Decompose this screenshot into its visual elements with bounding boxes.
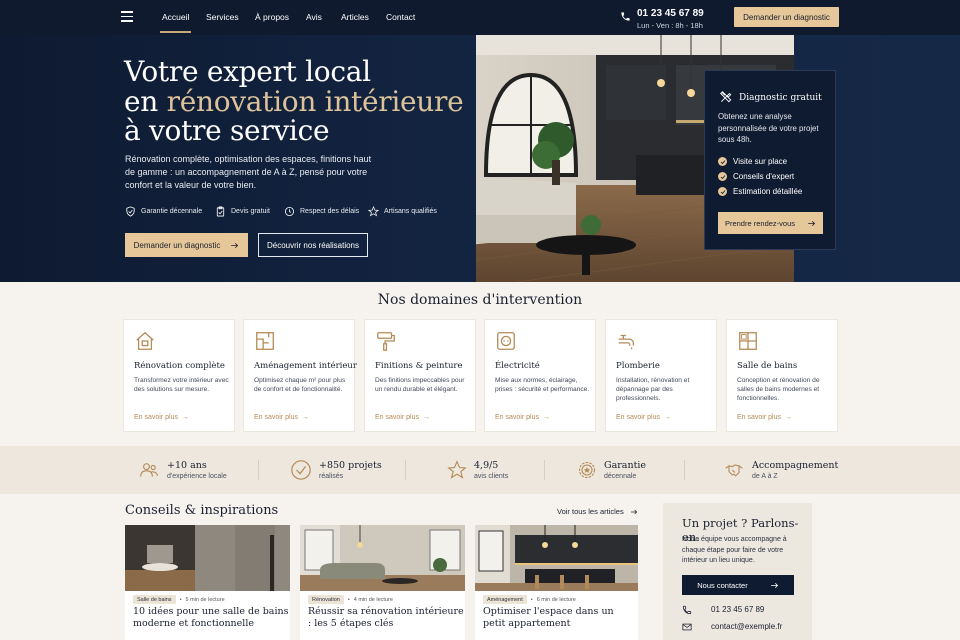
star-icon bbox=[368, 206, 379, 217]
article-title: Réussir sa rénovation intérieure : les 5… bbox=[308, 606, 464, 629]
stat-projets: +850 projets réalisés bbox=[290, 446, 382, 494]
diagnostic-card: Diagnostic gratuit Obtenez une analyse p… bbox=[704, 70, 836, 250]
hero-title: Votre expert local en rénovation intérie… bbox=[124, 55, 464, 147]
hero-diagnostic-button[interactable]: Demander un diagnostic bbox=[125, 233, 248, 257]
phone-icon bbox=[621, 12, 630, 21]
domain-card-salle-de-bains[interactable]: Salle de bains Conception et rénovation … bbox=[726, 319, 838, 432]
stat-experience: +10 ans d'expérience locale bbox=[138, 446, 227, 494]
arrow-right-icon bbox=[770, 582, 778, 588]
clock-icon bbox=[284, 206, 295, 217]
check-circle-icon bbox=[291, 460, 311, 480]
hero-section: Votre expert local en rénovation intérie… bbox=[0, 35, 960, 282]
header-diagnostic-button[interactable]: Demander un diagnostic bbox=[734, 7, 839, 27]
feature-artisans: Artisans qualifiés bbox=[368, 206, 437, 217]
diagnostic-title: Diagnostic gratuit bbox=[739, 93, 822, 103]
articles-title: Conseils & inspirations bbox=[125, 503, 279, 518]
people-icon bbox=[140, 463, 158, 477]
domain-card-amenagement[interactable]: Aménagement intérieur Optimisez chaque m… bbox=[243, 319, 357, 432]
diagnostic-item: Conseils d'expert bbox=[718, 172, 794, 181]
nav-avis[interactable]: Avis bbox=[306, 12, 322, 22]
domain-card-electricite[interactable]: Électricité Mise aux normes, éclairage, … bbox=[484, 319, 596, 432]
paint-roller-icon bbox=[377, 332, 395, 351]
domain-link[interactable]: En savoir plus → bbox=[134, 414, 189, 421]
article-image-kitchen bbox=[475, 525, 638, 591]
article-card[interactable]: Rénovation • 4 min de lecture Réussir sa r… bbox=[300, 525, 465, 640]
arrow-right-icon bbox=[808, 220, 816, 226]
menu-icon[interactable] bbox=[121, 11, 133, 22]
stats-bar: +10 ans d'expérience locale +850 projets r… bbox=[0, 446, 960, 494]
mail-icon bbox=[682, 623, 692, 631]
phone-icon bbox=[682, 605, 692, 615]
domains-title: Nos domaines d'intervention bbox=[377, 292, 583, 308]
star-icon bbox=[447, 460, 467, 479]
diagnostic-text: Obtenez une analyse personnalisée de vot… bbox=[718, 112, 819, 144]
diagnostic-item: Estimation détaillée bbox=[718, 187, 802, 196]
nav-services[interactable]: Services bbox=[206, 12, 239, 22]
nav-contact[interactable]: Contact bbox=[386, 12, 415, 22]
article-image-living-room bbox=[300, 525, 465, 591]
domain-card-renovation[interactable]: Rénovation complète Transformez votre in… bbox=[123, 319, 235, 432]
clipboard-icon bbox=[216, 206, 225, 217]
domain-link[interactable]: En savoir plus → bbox=[616, 414, 671, 421]
check-icon bbox=[718, 187, 727, 196]
check-icon bbox=[718, 172, 727, 181]
domain-link[interactable]: En savoir plus → bbox=[254, 414, 309, 421]
stat-avis: 4,9/5 avis clients bbox=[447, 446, 508, 494]
stat-garantie: Garantie décennale bbox=[577, 446, 646, 494]
arrow-right-icon bbox=[630, 509, 637, 514]
nav-accueil[interactable]: Accueil bbox=[159, 12, 192, 33]
floorplan-icon bbox=[256, 332, 274, 350]
header-phone[interactable]: 01 23 45 67 89 bbox=[637, 8, 704, 19]
domain-link[interactable]: En savoir plus → bbox=[375, 414, 430, 421]
handshake-icon bbox=[725, 464, 743, 477]
bathroom-icon bbox=[739, 332, 757, 350]
article-title: Optimiser l'espace dans un petit apparte… bbox=[483, 606, 614, 629]
see-all-articles-link[interactable]: Voir tous les articles bbox=[557, 507, 638, 516]
domain-card-finitions[interactable]: Finitions & peinture Des finitions impec… bbox=[364, 319, 476, 432]
contact-description: Notre équipe vous accompagne à chaque ét… bbox=[682, 536, 787, 564]
contact-email[interactable]: contact@exemple.fr bbox=[711, 622, 782, 631]
feature-garantie: Garantie décennale bbox=[125, 206, 202, 217]
check-icon bbox=[718, 157, 727, 166]
shield-icon bbox=[126, 206, 135, 217]
contact-phone[interactable]: 01 23 45 67 89 bbox=[711, 605, 764, 614]
domain-card-plomberie[interactable]: Plomberie Installation, rénovation et dé… bbox=[605, 319, 717, 432]
article-card[interactable]: Aménagement • 6 min de lecture Optimiser l… bbox=[475, 525, 638, 640]
faucet-icon bbox=[618, 334, 635, 350]
feature-devis: Devis gratuit bbox=[215, 206, 270, 217]
article-title: 10 idées pour une salle de bains moderne… bbox=[133, 606, 289, 629]
top-navbar: Accueil Services À propos Avis Articles … bbox=[0, 0, 960, 35]
feature-delais: Respect des délais bbox=[284, 206, 359, 217]
stat-accompagnement: Accompagnement de A à Z bbox=[723, 446, 838, 494]
diagnostic-rdv-button[interactable]: Prendre rendez-vous bbox=[718, 212, 823, 234]
domain-link[interactable]: En savoir plus → bbox=[737, 414, 792, 421]
article-card[interactable]: Salle de bains • 5 min de lecture 10 idées… bbox=[125, 525, 290, 640]
outlet-icon bbox=[497, 332, 515, 350]
domain-link[interactable]: En savoir plus → bbox=[495, 414, 550, 421]
contact-card: Un projet ? Parlons-en. Notre équipe vou… bbox=[663, 503, 812, 640]
nav-a-propos[interactable]: À propos bbox=[255, 12, 289, 22]
medal-icon bbox=[578, 461, 596, 479]
article-image-bathroom bbox=[125, 525, 290, 591]
nav-articles[interactable]: Articles bbox=[341, 12, 369, 22]
diagnostic-item: Visite sur place bbox=[718, 157, 787, 166]
hero-realisations-button[interactable]: Découvrir nos réalisations bbox=[258, 233, 368, 257]
house-icon bbox=[136, 331, 154, 350]
tools-icon bbox=[720, 91, 732, 103]
contact-button[interactable]: Nous contacter bbox=[682, 575, 794, 595]
header-hours: Lun - Ven : 8h - 18h bbox=[637, 21, 703, 30]
arrow-right-icon bbox=[231, 242, 239, 248]
hero-description: Rénovation complète, optimisation des es… bbox=[125, 154, 372, 190]
